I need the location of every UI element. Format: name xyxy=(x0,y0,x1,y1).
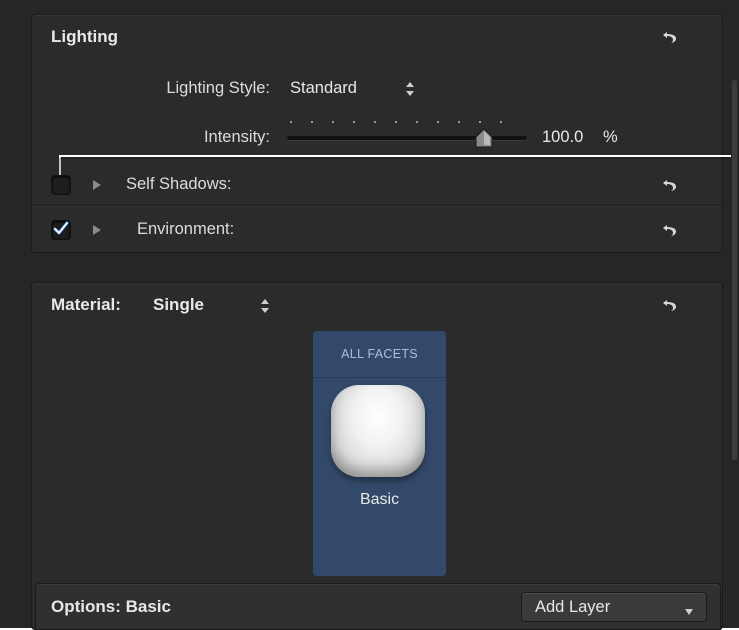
lighting-title: Lighting xyxy=(51,27,119,46)
slider-tick xyxy=(437,121,439,123)
intensity-value[interactable]: 100.0 xyxy=(542,128,583,147)
inspector-scrollbar[interactable] xyxy=(731,0,739,628)
intensity-slider-ticks xyxy=(290,121,520,127)
material-reset-icon[interactable] xyxy=(662,297,678,313)
intensity-slider-thumb[interactable] xyxy=(475,128,493,148)
slider-tick xyxy=(311,121,313,123)
lighting-style-stepper-icon[interactable] xyxy=(405,81,415,97)
slider-tick xyxy=(479,121,481,123)
material-label: Material: xyxy=(51,295,121,314)
row-divider xyxy=(32,205,722,206)
environment-label: Environment: xyxy=(137,220,235,238)
slider-tick xyxy=(458,121,460,123)
facet-header: ALL FACETS xyxy=(313,331,446,378)
environment-reset-icon[interactable] xyxy=(662,222,678,238)
lighting-style-value[interactable]: Standard xyxy=(290,79,357,98)
environment-checkbox[interactable] xyxy=(51,220,71,240)
material-stepper-icon[interactable] xyxy=(260,298,270,314)
chevron-down-icon xyxy=(684,603,694,615)
intensity-label: Intensity: xyxy=(203,128,270,146)
facet-tile-all-facets[interactable]: ALL FACETS Basic xyxy=(313,331,446,576)
add-layer-popup-button[interactable]: Add Layer xyxy=(521,592,707,622)
lighting-style-label: Lighting Style: xyxy=(166,79,270,97)
facet-material-name: Basic xyxy=(359,491,400,508)
options-bar: Options: Basic Add Layer xyxy=(35,583,721,630)
slider-tick xyxy=(374,121,376,123)
options-label: Options: Basic xyxy=(51,597,171,616)
material-preview-thumbnail[interactable] xyxy=(331,385,425,477)
material-value[interactable]: Single xyxy=(153,295,204,315)
slider-tick xyxy=(290,121,292,123)
slider-tick xyxy=(395,121,397,123)
intensity-unit: % xyxy=(603,128,618,146)
lighting-reset-icon[interactable] xyxy=(662,29,678,45)
lighting-panel: Lighting Lighting Style: Standard Intens… xyxy=(31,14,723,253)
lighting-header-row: Lighting xyxy=(32,15,722,59)
lighting-style-row: Lighting Style: Standard xyxy=(32,67,722,111)
environment-row: Environment: xyxy=(32,207,722,251)
callout-line xyxy=(59,155,739,177)
slider-tick xyxy=(416,121,418,123)
scrollbar-thumb[interactable] xyxy=(732,80,737,460)
environment-disclosure-icon[interactable] xyxy=(92,223,102,235)
material-panel: Material: Single ALL FACETS Basic xyxy=(31,282,723,630)
slider-tick xyxy=(353,121,355,123)
add-layer-label: Add Layer xyxy=(535,598,611,616)
slider-tick xyxy=(332,121,334,123)
slider-tick xyxy=(500,121,502,123)
